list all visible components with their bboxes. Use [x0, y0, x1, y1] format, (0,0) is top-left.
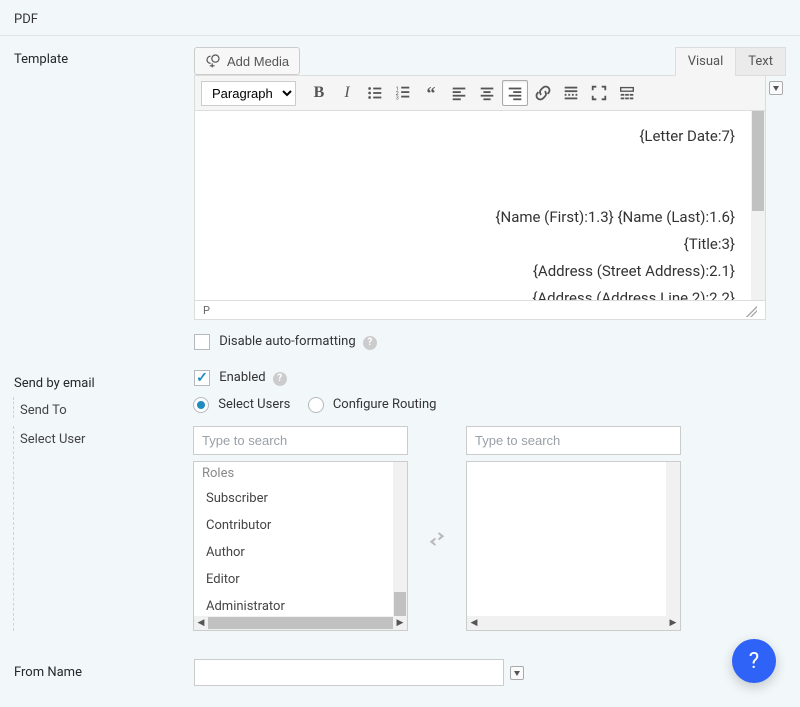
dest-listbox[interactable]: ◀▶ [466, 461, 681, 631]
add-media-label: Add Media [227, 54, 289, 69]
align-right-button[interactable] [502, 80, 528, 106]
list-item[interactable]: Contributor [194, 512, 393, 539]
dest-search-input[interactable] [466, 426, 681, 455]
resize-handle[interactable] [743, 303, 757, 317]
from-name-label: From Name [14, 659, 194, 686]
italic-button[interactable]: I [334, 80, 360, 106]
enabled-checkbox[interactable] [194, 370, 210, 386]
editor-path: P [203, 304, 210, 317]
template-field: Add Media Visual Text Paragraph B I [194, 46, 786, 350]
scrollbar-thumb[interactable] [752, 111, 764, 211]
from-name-row: From Name [0, 641, 800, 696]
link-button[interactable] [530, 80, 556, 106]
source-listbox[interactable]: Roles Subscriber Contributor Author Edit… [193, 461, 408, 631]
help-fab-label: ? [749, 649, 759, 674]
editor-line: {Name (First):1.3} {Name (Last):1.6} [209, 204, 735, 231]
ol-icon: 123 [394, 84, 412, 102]
editor-line [209, 150, 735, 177]
editor-line [209, 177, 735, 204]
disable-autoformat-option[interactable]: Disable auto-formatting ? [194, 334, 377, 349]
ul-button[interactable] [362, 80, 388, 106]
select-users-option[interactable]: Select Users [193, 397, 294, 412]
align-center-button[interactable] [474, 80, 500, 106]
help-fab-button[interactable]: ? [732, 639, 776, 683]
svg-text:3: 3 [396, 95, 399, 101]
editor-content[interactable]: {Letter Date:7} {Name (First):1.3} {Name… [195, 111, 749, 300]
tab-text[interactable]: Text [735, 47, 786, 76]
readmore-button[interactable] [558, 80, 584, 106]
editor-line: {Address (Street Address):2.1} [209, 258, 735, 285]
editor-line: {Letter Date:7} [209, 123, 735, 150]
section-title: PDF [14, 12, 38, 27]
align-center-icon [478, 84, 496, 102]
help-icon[interactable]: ? [273, 372, 287, 386]
merge-tag-dropdown[interactable] [510, 666, 524, 680]
help-icon[interactable]: ? [363, 336, 377, 350]
select-user-label: Select User [13, 426, 193, 631]
blockquote-button[interactable]: “ [418, 80, 444, 106]
editor-line: {Address (Address Line 2):2.2} [209, 285, 735, 300]
align-right-icon [506, 84, 524, 102]
list-hscroll[interactable]: ◀▶ [467, 616, 680, 630]
list-item[interactable]: Editor [194, 566, 393, 593]
section-header-pdf: PDF [0, 0, 800, 36]
roles-group-heading: Roles [194, 462, 393, 485]
list-vscroll[interactable] [393, 462, 407, 616]
select-user-row: Select User Roles Subscriber Contributor… [0, 422, 800, 641]
send-to-row: Send To Select Users Configure Routing [0, 393, 800, 422]
send-email-label: Send by email [14, 370, 194, 391]
tab-visual[interactable]: Visual [675, 47, 736, 76]
readmore-icon [562, 84, 580, 102]
template-row: Template Add Media Visual Text Paragraph [0, 36, 800, 360]
source-search-input[interactable] [193, 426, 408, 455]
select-users-radio[interactable] [193, 397, 209, 413]
list-item[interactable]: Author [194, 539, 393, 566]
editor-line: {Title:3} [209, 231, 735, 258]
editor-scrollbar[interactable] [751, 111, 765, 300]
editor-status-bar: P [194, 301, 766, 320]
merge-tag-dropdown[interactable] [769, 81, 783, 95]
configure-routing-radio[interactable] [308, 397, 324, 413]
list-vscroll[interactable] [666, 462, 680, 616]
media-icon [205, 53, 221, 69]
enabled-label: Enabled [219, 371, 265, 386]
disable-autoformat-label: Disable auto-formatting [219, 335, 355, 350]
ul-icon [366, 84, 384, 102]
send-email-row: Send by email Enabled ? [0, 360, 800, 393]
list-item[interactable]: Subscriber [194, 485, 393, 512]
align-left-icon [450, 84, 468, 102]
editor-toolbar: Paragraph B I 123 “ [194, 75, 766, 111]
enabled-option[interactable]: Enabled ? [194, 370, 287, 385]
fullscreen-button[interactable] [586, 80, 612, 106]
fullscreen-icon [590, 84, 608, 102]
align-left-button[interactable] [446, 80, 472, 106]
kitchen-sink-icon [618, 84, 636, 102]
paragraph-select[interactable]: Paragraph [201, 81, 296, 106]
ol-button[interactable]: 123 [390, 80, 416, 106]
configure-routing-option[interactable]: Configure Routing [308, 397, 437, 412]
kitchen-sink-button[interactable] [614, 80, 640, 106]
from-name-input[interactable] [194, 659, 504, 686]
disable-autoformat-checkbox[interactable] [194, 334, 210, 350]
list-hscroll[interactable]: ◀▶ [194, 616, 407, 630]
send-to-label: Send To [13, 397, 193, 418]
editor-tabs: Visual Text [675, 47, 786, 76]
swap-icon [422, 524, 452, 554]
editor-body[interactable]: {Letter Date:7} {Name (First):1.3} {Name… [194, 111, 766, 301]
link-icon [534, 84, 552, 102]
add-media-button[interactable]: Add Media [194, 47, 300, 75]
template-label: Template [14, 46, 194, 67]
list-item[interactable]: Administrator [194, 593, 393, 616]
bold-button[interactable]: B [306, 80, 332, 106]
